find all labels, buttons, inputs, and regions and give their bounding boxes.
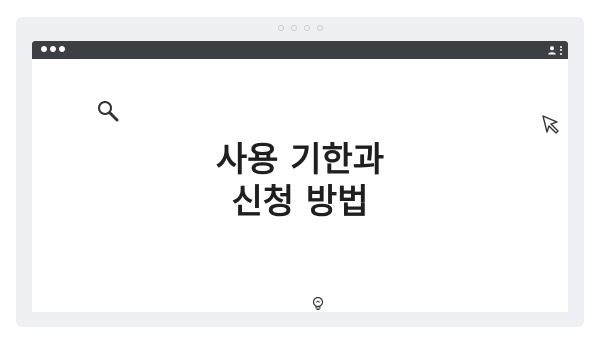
kebab-menu-icon[interactable] [560,45,562,55]
window-dot-close[interactable] [41,46,47,52]
cursor-icon [542,115,559,134]
search-icon [98,101,119,122]
slide-title: 사용 기한과 신청 방법 [32,139,568,223]
pager-dot [290,25,297,31]
pager-dot [316,25,323,31]
pager-dot [277,25,284,31]
title-line-1: 사용 기한과 [215,140,385,180]
titlebar-actions [547,43,562,57]
window-controls [41,46,65,52]
browser-titlebar [32,41,568,59]
pager-dot [303,25,310,31]
slide-frame: 사용 기한과 신청 방법 [16,17,584,327]
user-icon[interactable] [547,45,557,55]
window-dot-maximize[interactable] [59,46,65,52]
title-line-2: 신청 방법 [231,182,369,222]
pager-dots [16,25,584,31]
slide-content: 사용 기한과 신청 방법 [32,59,568,312]
lightbulb-icon [312,296,324,310]
window-dot-minimize[interactable] [50,46,56,52]
